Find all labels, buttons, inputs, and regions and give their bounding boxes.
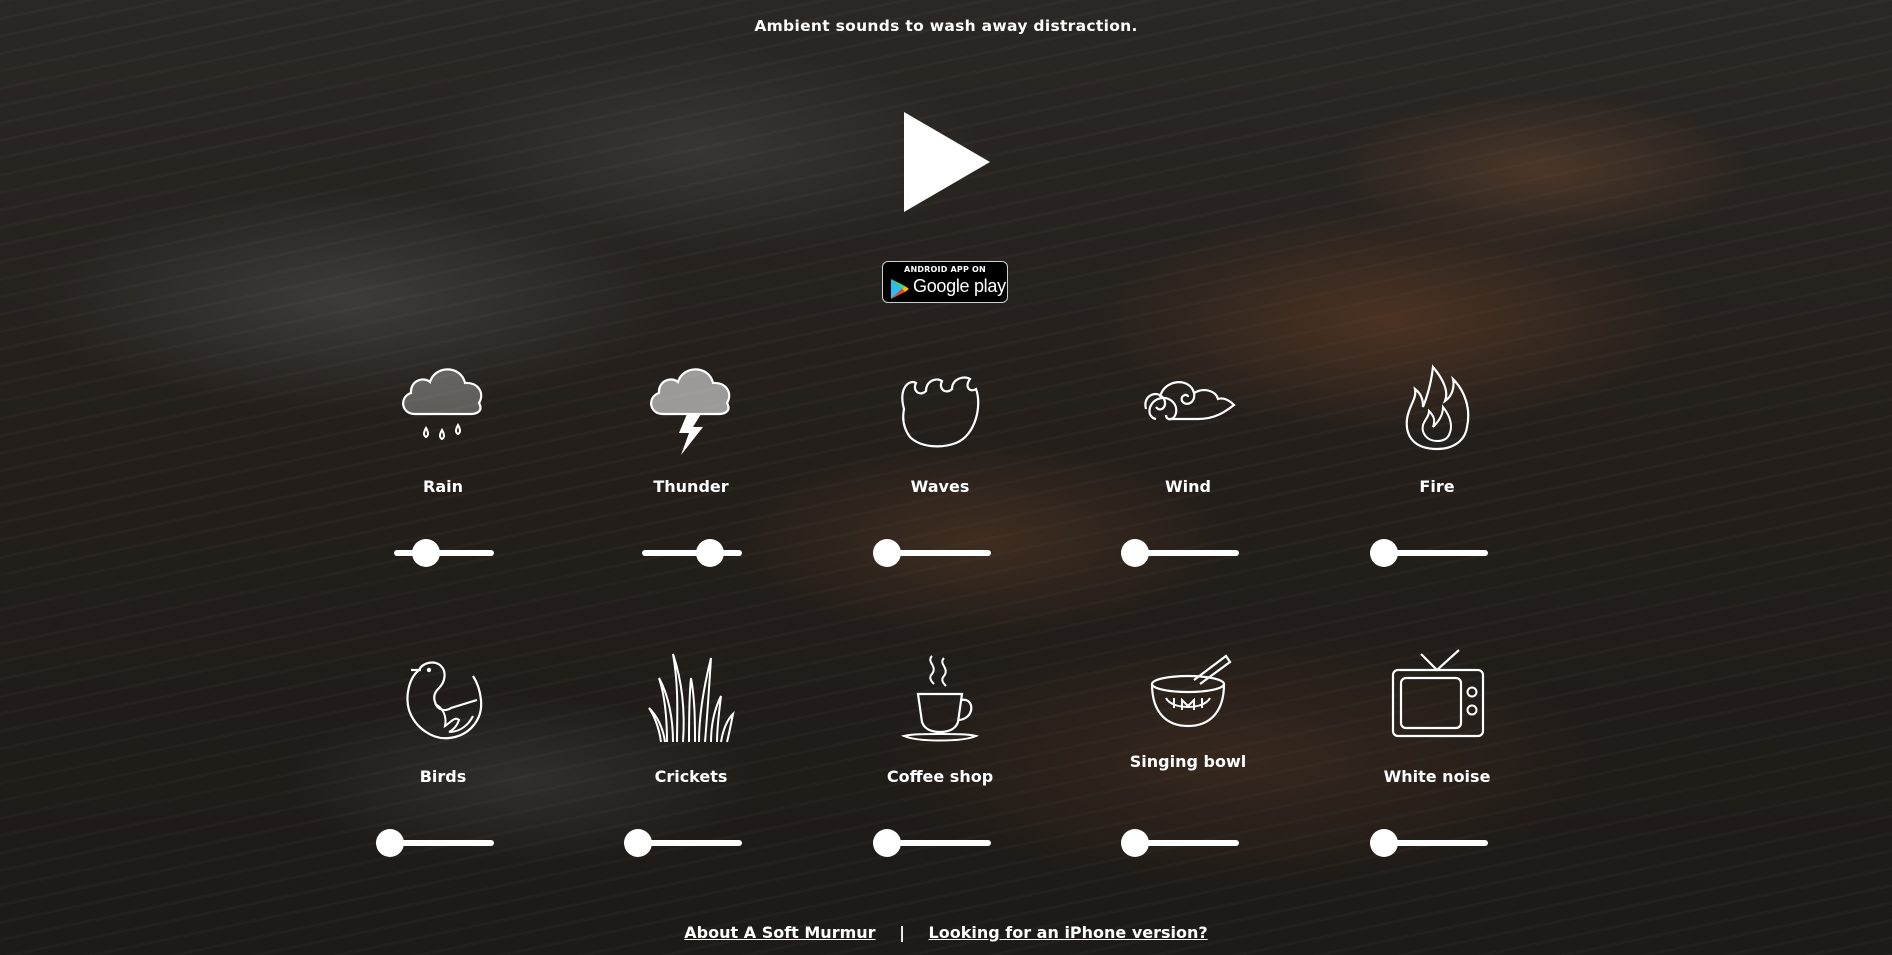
volume-slider-crickets[interactable] <box>624 829 742 857</box>
volume-slider-thunder[interactable] <box>642 539 742 567</box>
slider-thumb[interactable] <box>624 829 652 857</box>
badge-main-text: Google play <box>913 276 1006 296</box>
volume-slider-fire[interactable] <box>1370 539 1488 567</box>
slider-thumb[interactable] <box>873 539 901 567</box>
volume-slider-birds[interactable] <box>376 829 494 857</box>
about-link[interactable]: About A Soft Murmur <box>684 923 875 942</box>
rain-cloud-icon <box>402 368 483 441</box>
slider-track <box>642 550 742 556</box>
wind-icon <box>1144 381 1236 421</box>
volume-slider-wind[interactable] <box>1121 539 1239 567</box>
iphone-version-link[interactable]: Looking for an iPhone version? <box>929 923 1208 942</box>
sound-label: Rain <box>423 477 463 496</box>
volume-slider-coffee-shop[interactable] <box>873 829 991 857</box>
slider-track <box>394 550 494 556</box>
slider-thumb[interactable] <box>1370 539 1398 567</box>
sound-label: Coffee shop <box>886 767 994 786</box>
slider-thumb[interactable] <box>696 539 724 567</box>
slider-thumb[interactable] <box>376 829 404 857</box>
sound-label: Thunder <box>653 477 729 496</box>
sound-label: Birds <box>419 767 467 786</box>
volume-slider-white-noise[interactable] <box>1370 829 1488 857</box>
singing-bowl-icon <box>1150 654 1232 728</box>
footer-separator: | <box>899 923 905 942</box>
google-play-badge[interactable]: ANDROID APP ON Google play <box>882 261 1008 303</box>
waves-icon <box>901 376 980 448</box>
slider-thumb[interactable] <box>1121 539 1149 567</box>
sound-label: White noise <box>1383 767 1491 786</box>
sound-label: Fire <box>1419 477 1455 496</box>
volume-slider-waves[interactable] <box>873 539 991 567</box>
slider-thumb[interactable] <box>873 829 901 857</box>
sound-label: Crickets <box>654 767 728 786</box>
tv-icon <box>1391 649 1485 738</box>
bird-icon <box>406 661 483 740</box>
slider-thumb[interactable] <box>1370 829 1398 857</box>
volume-slider-rain[interactable] <box>394 539 494 567</box>
tagline: Ambient sounds to wash away distraction. <box>754 17 1138 35</box>
sound-label: Waves <box>910 477 970 496</box>
badge-top-text: ANDROID APP ON <box>904 265 986 274</box>
slider-thumb[interactable] <box>412 539 440 567</box>
google-play-icon <box>891 279 909 299</box>
thunder-cloud-icon <box>650 368 731 455</box>
sound-label: Wind <box>1165 477 1211 496</box>
slider-thumb[interactable] <box>1121 829 1149 857</box>
fire-icon <box>1405 364 1470 451</box>
coffee-cup-icon <box>900 655 980 742</box>
grass-icon <box>648 653 735 743</box>
sound-label: Singing bowl <box>1129 752 1247 771</box>
volume-slider-singing-bowl[interactable] <box>1121 829 1239 857</box>
play-icon[interactable] <box>898 110 994 214</box>
footer: About A Soft Murmur | Looking for an iPh… <box>0 923 1892 942</box>
